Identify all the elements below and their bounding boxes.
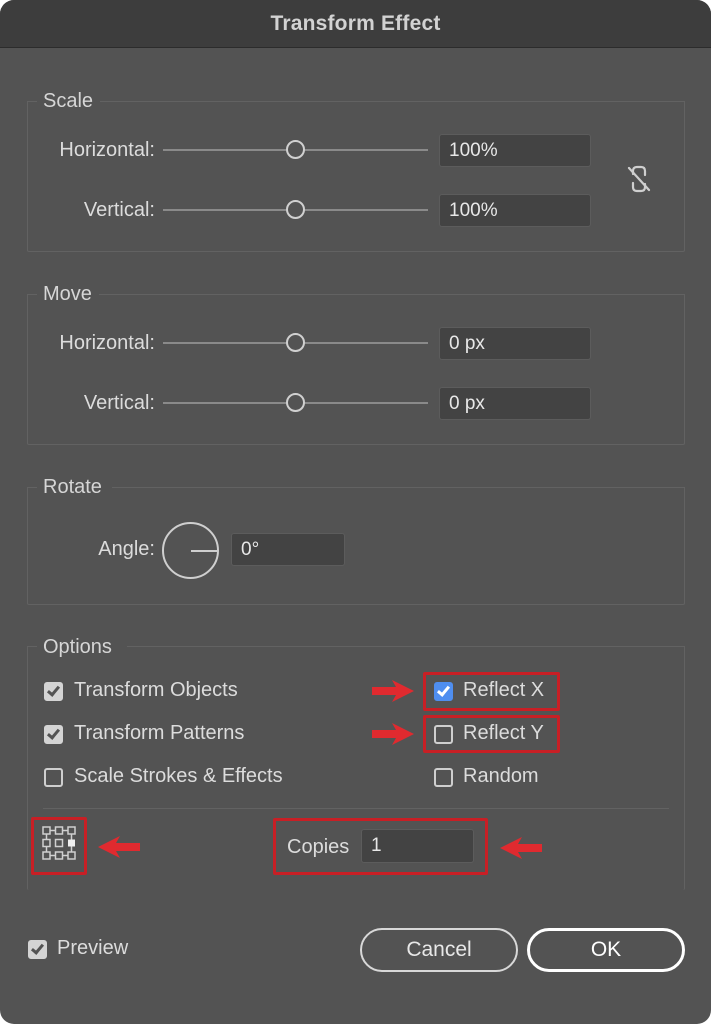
dialog-title: Transform Effect	[270, 11, 441, 35]
scale-vertical-slider-thumb[interactable]	[286, 200, 305, 219]
copies-highlight	[273, 818, 488, 875]
scale-strokes-label[interactable]: Scale Strokes & Effects	[74, 765, 283, 788]
transform-objects-label[interactable]: Transform Objects	[74, 679, 238, 702]
move-horizontal-input[interactable]: 0 px	[439, 327, 591, 360]
angle-input[interactable]: 0°	[231, 533, 345, 566]
move-vertical-slider-thumb[interactable]	[286, 393, 305, 412]
scale-section-label: Scale	[43, 90, 94, 112]
move-horizontal-label: Horizontal:	[59, 332, 155, 354]
cancel-button[interactable]: Cancel	[360, 928, 518, 972]
scale-vertical-input[interactable]: 100%	[439, 194, 591, 227]
transform-patterns-label[interactable]: Transform Patterns	[74, 722, 244, 745]
move-group-border	[27, 294, 37, 295]
rotate-group-border	[27, 487, 37, 488]
preview-label[interactable]: Preview	[57, 937, 128, 960]
scale-group	[27, 101, 685, 252]
reference-point-highlight	[31, 817, 87, 875]
move-section-label: Move	[43, 283, 92, 305]
ok-button[interactable]: OK	[527, 928, 685, 972]
scale-group-border	[100, 101, 685, 102]
options-divider	[43, 808, 669, 809]
transform-objects-checkbox[interactable]	[44, 682, 63, 701]
options-section-label: Options	[43, 636, 112, 658]
move-group-border	[99, 294, 685, 295]
unlinked-chain-icon[interactable]	[624, 164, 654, 194]
title-bar[interactable]: Transform Effect	[0, 0, 711, 48]
preview-checkbox[interactable]	[28, 940, 47, 959]
scale-strokes-checkbox[interactable]	[44, 768, 63, 787]
arrow-left-icon	[98, 836, 140, 858]
reflect-x-highlight	[423, 672, 560, 711]
rotate-group-border	[112, 487, 685, 488]
arrow-right-icon	[372, 680, 414, 702]
scale-horizontal-label: Horizontal:	[59, 139, 155, 161]
move-horizontal-slider-thumb[interactable]	[286, 333, 305, 352]
scale-horizontal-input[interactable]: 100%	[439, 134, 591, 167]
move-vertical-input[interactable]: 0 px	[439, 387, 591, 420]
rotate-section-label: Rotate	[43, 476, 102, 498]
random-checkbox[interactable]	[434, 768, 453, 787]
arrow-right-icon	[372, 723, 414, 745]
move-group	[27, 294, 685, 445]
angle-dial-needle	[191, 550, 218, 552]
reflect-y-highlight	[423, 715, 560, 753]
transform-effect-dialog: Transform Effect Scale Horizontal: 100% …	[0, 0, 711, 1024]
options-group-border	[27, 646, 37, 647]
scale-vertical-label: Vertical:	[83, 199, 155, 221]
options-group-border	[127, 646, 685, 647]
scale-group-border	[27, 101, 37, 102]
transform-patterns-checkbox[interactable]	[44, 725, 63, 744]
random-label[interactable]: Random	[463, 765, 539, 788]
arrow-left-icon	[500, 837, 542, 859]
move-vertical-label: Vertical:	[83, 392, 155, 414]
scale-horizontal-slider-thumb[interactable]	[286, 140, 305, 159]
angle-label: Angle:	[98, 538, 155, 560]
angle-dial-icon[interactable]	[162, 522, 219, 579]
